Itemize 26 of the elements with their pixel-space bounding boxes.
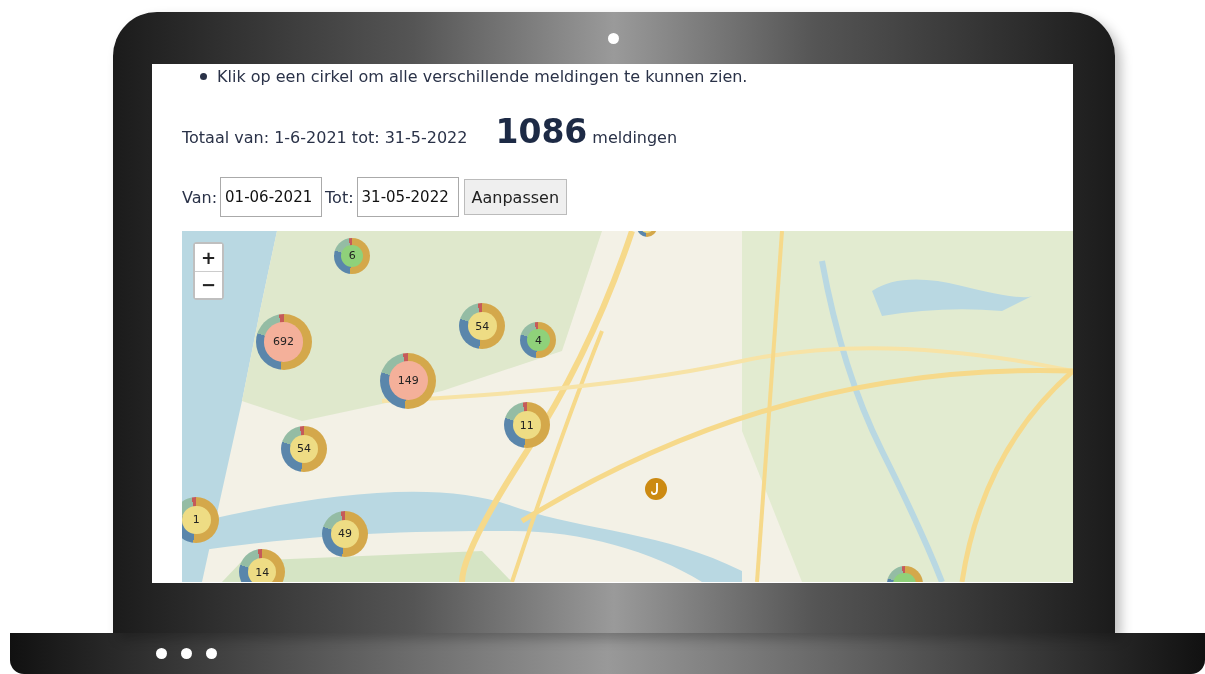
total-count: 1086 [495,112,588,151]
cluster-count: 49 [330,519,360,549]
from-date-field[interactable]: 01-06-2021 [220,177,323,217]
cluster-count: 692 [263,322,304,362]
cluster-count: 14 [247,557,277,582]
to-label: Tot: [325,187,354,207]
cluster-count: 6 [341,244,364,268]
cluster-count: 4 [527,329,550,352]
to-date-field[interactable]: 31-05-2022 [356,177,459,217]
camera-dot [608,33,619,44]
cluster-count: 54 [289,434,319,464]
apply-button[interactable]: Aanpassen [463,179,568,215]
count-unit: meldingen [592,128,678,147]
total-period: Totaal van: 1-6-2021 tot: 31-5-2022 [182,128,468,147]
indicator-dot [206,648,217,659]
indicator-dot [181,648,192,659]
bullet-dot [200,72,207,80]
instruction-text: Klik op een cirkel om alle verschillende meldingen te kunnen zien. [217,66,748,86]
marker-icon[interactable] [644,477,668,501]
indicator-dot [156,648,167,659]
cluster-count: 1 [182,505,211,535]
cluster-count: 11 [512,410,542,440]
zoom-out-button[interactable]: − [195,271,222,298]
cluster-count: 149 [388,361,428,401]
from-label: Van: [182,187,218,207]
cluster-count: 54 [468,311,497,341]
